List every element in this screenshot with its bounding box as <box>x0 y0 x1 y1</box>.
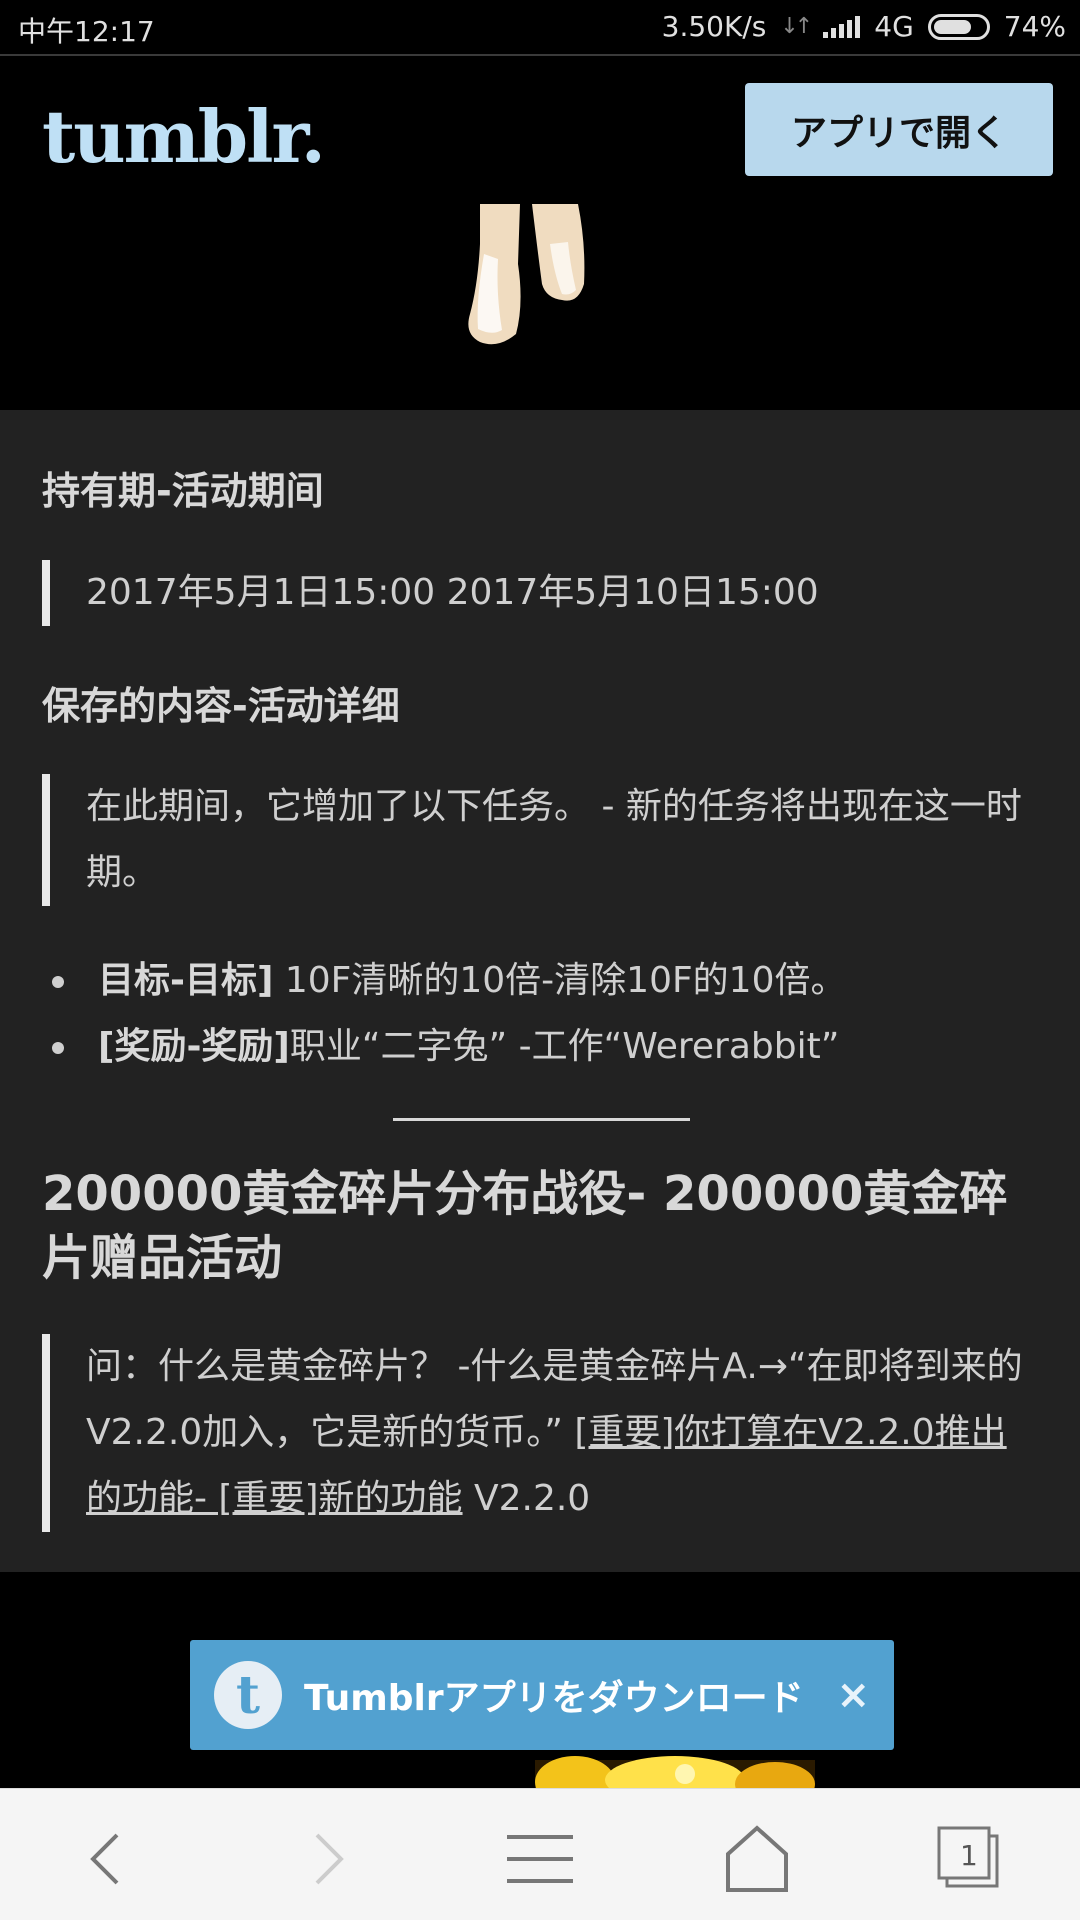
quote-details: 在此期间，它增加了以下任务。 - 新的任务将出现在这一时期。 <box>42 774 1022 906</box>
browser-bottom-nav: 1 <box>0 1788 1080 1920</box>
download-app-label: Tumblrアプリをダウンロード <box>304 1678 804 1719</box>
open-in-app-button[interactable]: アプリで開く <box>745 83 1053 176</box>
quote-period: 2017年5月1日15:00 2017年5月10日15:00 <box>42 560 1032 626</box>
list-item-text: 职业“二字兔” -工作“Wererabbit” <box>289 1026 840 1067</box>
download-app-banner[interactable]: t Tumblrアプリをダウンロード × <box>190 1640 894 1750</box>
mission-list: 目标-目标] 10F清晰的10倍-清除10F的10倍。 [奖励-奖励]职业“二字… <box>52 948 847 1080</box>
network-type: 4G <box>874 10 914 43</box>
signal-icon <box>823 15 861 38</box>
close-icon[interactable]: × <box>836 1672 870 1718</box>
list-item: [奖励-奖励]职业“二字兔” -工作“Wererabbit” <box>52 1014 847 1080</box>
header: tumblr. アプリで開く <box>0 58 1080 410</box>
menu-icon[interactable] <box>500 1819 580 1899</box>
quote-gold-shards: 问：什么是黄金碎片？ -什么是黄金碎片A.→“在即将到来的V2.2.0加入，它是… <box>42 1334 1042 1532</box>
section-heading-details: 保存的内容-活动详细 <box>42 684 400 728</box>
list-item-bold: [奖励-奖励] <box>98 1026 290 1067</box>
divider <box>393 1118 690 1121</box>
tumblr-t-icon: t <box>214 1661 282 1729</box>
post-content: 持有期-活动期间 2017年5月1日15:00 2017年5月10日15:00 … <box>0 410 1080 1572</box>
network-speed: 3.50K/s <box>661 10 767 43</box>
tumblr-logo[interactable]: tumblr. <box>42 94 326 179</box>
data-activity-icon: ↓↑ <box>780 14 813 39</box>
list-item-bold: 目标-目标] <box>98 960 274 1001</box>
status-bar: 中午12:17 3.50K/s ↓↑ 4G 74% <box>0 0 1080 56</box>
list-item-text: 10F清晰的10倍-清除10F的10倍。 <box>273 960 847 1001</box>
post-image-feet <box>468 204 585 345</box>
status-time: 中午12:17 <box>18 15 155 48</box>
battery-percent: 74% <box>1003 10 1066 43</box>
section-heading-period: 持有期-活动期间 <box>42 469 324 513</box>
forward-icon[interactable] <box>290 1819 370 1899</box>
quote-tail: V2.2.0 <box>462 1478 591 1519</box>
tabs-icon[interactable]: 1 <box>930 1819 1010 1899</box>
battery-icon <box>927 13 990 40</box>
list-item: 目标-目标] 10F清晰的10倍-清除10F的10倍。 <box>52 948 847 1014</box>
next-post-image <box>535 1756 815 1788</box>
back-icon[interactable] <box>64 1819 144 1899</box>
campaign-heading: 200000黄金碎片分布战役- 200000黄金碎片赠品活动 <box>42 1166 1008 1286</box>
tab-count: 1 <box>960 1839 978 1872</box>
home-icon[interactable] <box>717 1819 797 1899</box>
